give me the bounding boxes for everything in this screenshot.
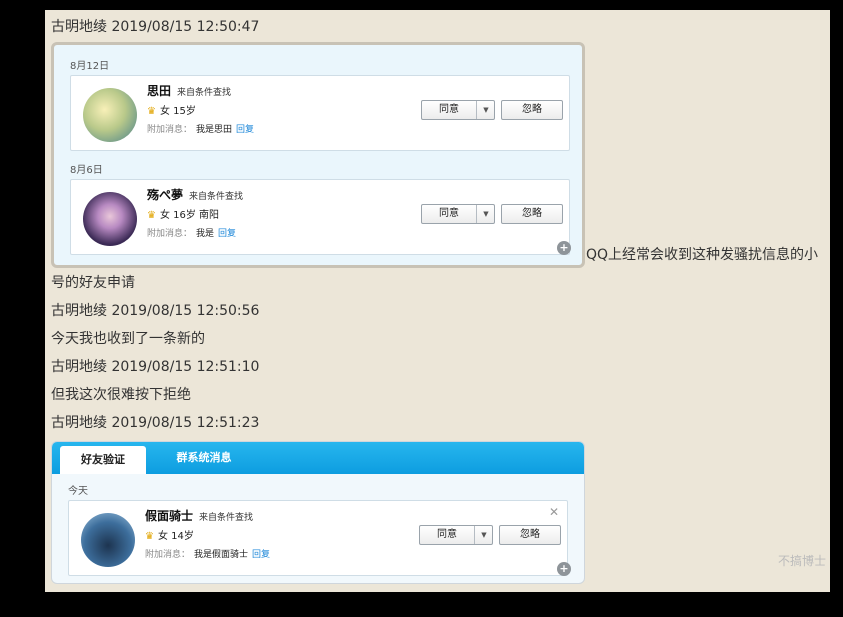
message-text: 号的好友申请 [51, 275, 135, 291]
chevron-down-icon[interactable]: ▼ [476, 526, 492, 544]
chat-history: 古明地绫 2019/08/15 12:50:47 8月12日 思田 来自条件查找 … [45, 10, 830, 592]
group-date: 今天 [68, 486, 88, 497]
request-source: 来自条件查找 [177, 88, 232, 98]
avatar [83, 88, 137, 142]
group-date: 8月6日 [70, 165, 103, 176]
message-text: 今天我也收到了一条新的 [51, 331, 205, 347]
reply-link[interactable]: 回复 [252, 550, 270, 560]
request-message: 附加消息： 我是 回复 [147, 229, 237, 239]
request-message: 附加消息： 我是假面骑士 回复 [145, 550, 271, 560]
friend-request-screenshot-1[interactable]: 8月12日 思田 来自条件查找 ♛ 女 15岁 附加消息： 我是思田 回复 同意 ▼ 忽略… [51, 42, 585, 268]
friend-request-screenshot-2[interactable]: 好友验证 群系统消息 今天 假面骑士 来自条件查找 ♛ 女 14岁 附加消息： 我是假… [51, 441, 585, 584]
group-date: 8月12日 [70, 61, 110, 72]
message-text: 但我这次很难按下拒绝 [51, 387, 191, 403]
watermark: 不搞博士 [778, 554, 827, 568]
requester-info: ♛ 女 16岁 南阳 [147, 210, 220, 221]
close-icon[interactable]: ✕ [549, 505, 559, 519]
ignore-button[interactable]: 忽略 [501, 204, 563, 224]
request-source: 来自条件查找 [189, 192, 244, 202]
request-message: 附加消息： 我是思田 回复 [147, 125, 255, 135]
friend-request-card: 假面骑士 来自条件查找 ♛ 女 14岁 附加消息： 我是假面骑士 回复 同意 ▼ 忽略 ✕ [68, 500, 568, 576]
friend-request-card: 思田 来自条件查找 ♛ 女 15岁 附加消息： 我是思田 回复 同意 ▼ 忽略 [70, 75, 570, 151]
tab-bar: 好友验证 群系统消息 [52, 442, 584, 474]
requester-name: 思田 来自条件查找 [147, 84, 232, 98]
message-header: 古明地绫 2019/08/15 12:51:23 [51, 415, 260, 431]
chevron-down-icon[interactable]: ▼ [478, 205, 494, 223]
zoom-in-icon[interactable]: + [557, 241, 571, 255]
message-header: 古明地绫 2019/08/15 12:50:56 [51, 303, 260, 319]
message-text: QQ上经常会收到这种发骚扰信息的小 [586, 247, 819, 263]
crown-icon: ♛ [147, 106, 156, 117]
tab-group-system-messages[interactable]: 群系统消息 [156, 442, 252, 474]
ignore-button[interactable]: 忽略 [499, 525, 561, 545]
avatar [81, 513, 135, 567]
ignore-button[interactable]: 忽略 [501, 100, 563, 120]
agree-button[interactable]: 同意 ▼ [419, 525, 493, 545]
avatar [83, 192, 137, 246]
message-header: 古明地绫 2019/08/15 12:51:10 [51, 359, 260, 375]
requester-info: ♛ 女 15岁 [147, 106, 196, 117]
agree-button[interactable]: 同意 ▼ [421, 100, 495, 120]
requester-info: ♛ 女 14岁 [145, 531, 194, 542]
message-header: 古明地绫 2019/08/15 12:50:47 [51, 19, 260, 35]
tab-friend-verification[interactable]: 好友验证 [60, 446, 146, 474]
request-source: 来自条件查找 [199, 513, 254, 523]
crown-icon: ♛ [147, 210, 156, 221]
friend-request-card: 殇ぺ夢 来自条件查找 ♛ 女 16岁 南阳 附加消息： 我是 回复 同意 ▼ 忽略 [70, 179, 570, 255]
chevron-down-icon[interactable]: ▼ [478, 101, 494, 119]
reply-link[interactable]: 回复 [218, 229, 236, 239]
reply-link[interactable]: 回复 [236, 125, 254, 135]
agree-button[interactable]: 同意 ▼ [421, 204, 495, 224]
crown-icon: ♛ [145, 531, 154, 542]
requester-name: 殇ぺ夢 来自条件查找 [147, 188, 244, 202]
zoom-in-icon[interactable]: + [557, 562, 571, 576]
requester-name: 假面骑士 来自条件查找 [145, 509, 254, 523]
